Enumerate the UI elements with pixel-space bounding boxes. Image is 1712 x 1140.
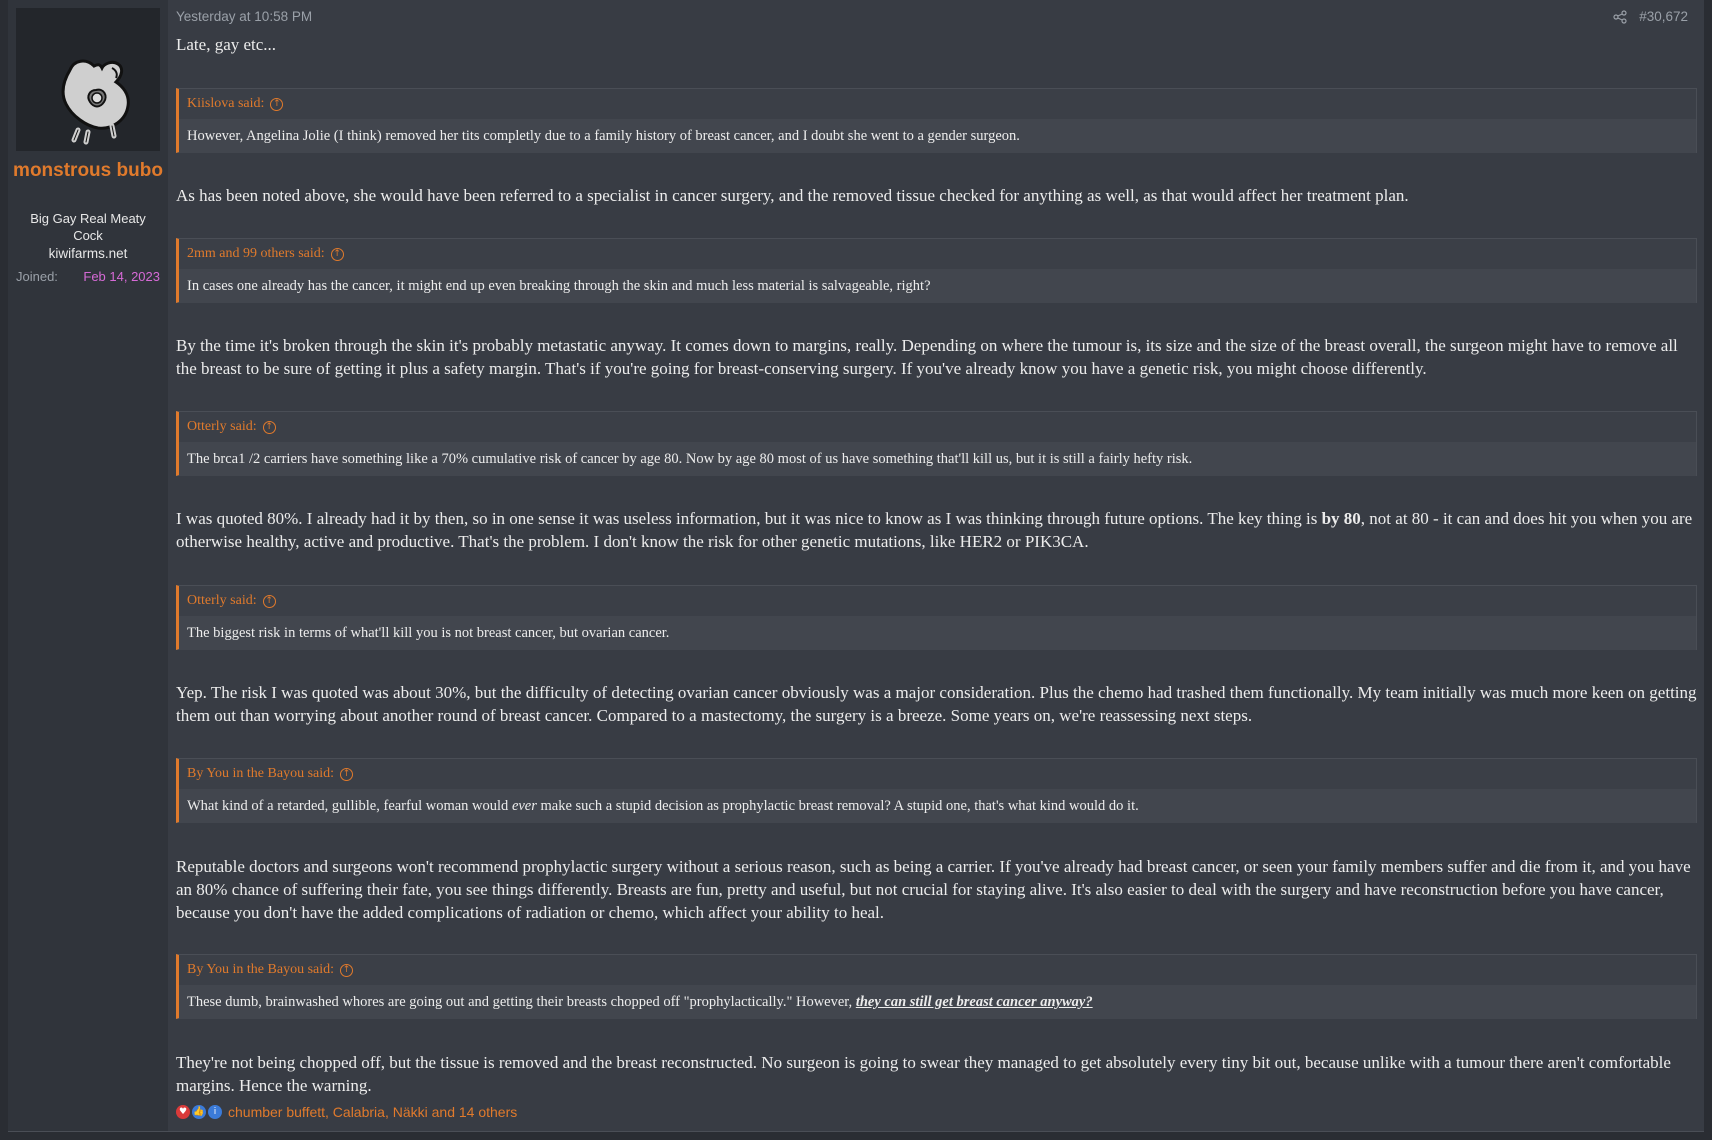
quote-text: These dumb, brainwashed whores are going… xyxy=(179,985,1696,1019)
arrow-up-icon[interactable]: ↑ xyxy=(340,767,354,781)
quote-author[interactable]: By You in the Bayou said: xyxy=(187,759,334,789)
quote-author[interactable]: Otterly said: xyxy=(187,586,257,616)
quote-block: Otterly said: ↑ The biggest risk in term… xyxy=(176,585,1697,650)
quote-author[interactable]: By You in the Bayou said: xyxy=(187,955,334,985)
informative-reaction-icon: i xyxy=(208,1105,222,1119)
reply-text: As has been noted above, she would have … xyxy=(176,186,1409,205)
user-title: Big Gay Real Meaty Cock xyxy=(30,211,146,243)
quote-block: 2mm and 99 others said: ↑ In cases one a… xyxy=(176,238,1697,303)
joined-label: Joined: xyxy=(16,269,58,284)
reply-text: By the time it's broken through the skin… xyxy=(176,336,1678,378)
post-intro: Late, gay etc... xyxy=(176,35,277,54)
share-icon[interactable] xyxy=(1613,9,1627,24)
quote-text-part: What kind of a retarded, gullible, fearf… xyxy=(187,798,512,814)
quote-text: What kind of a retarded, gullible, fearf… xyxy=(179,789,1696,823)
post-number[interactable]: #30,672 xyxy=(1639,9,1688,24)
reply-text: They're not being chopped off, but the t… xyxy=(176,1053,1671,1095)
quote-author[interactable]: 2mm and 99 others said: xyxy=(187,239,325,269)
quote-header: 2mm and 99 others said: ↑ xyxy=(179,239,1696,269)
quote-emphasis: ever xyxy=(511,798,537,814)
quote-text-part: make such a stupid decision as prophylac… xyxy=(536,798,1139,814)
quote-text: The biggest risk in terms of what'll kil… xyxy=(179,616,1696,650)
user-sidebar: monstrous bubo Big Gay Real Meaty Cock k… xyxy=(8,0,168,1131)
quote-header: Otterly said: ↑ xyxy=(179,586,1696,616)
joined-date: Feb 14, 2023 xyxy=(83,269,160,284)
quote-header: By You in the Bayou said: ↑ xyxy=(179,759,1696,789)
arrow-up-icon[interactable]: ↑ xyxy=(340,963,354,977)
post-date[interactable]: Yesterday at 10:58 PM xyxy=(176,9,312,24)
reaction-names[interactable]: chumber buffett, Calabria, Näkki and 14 … xyxy=(228,1104,517,1120)
avatar[interactable] xyxy=(16,8,160,151)
username[interactable]: monstrous bubo xyxy=(8,158,168,184)
avatar-image-icon xyxy=(16,8,160,151)
quote-header: By You in the Bayou said: ↑ xyxy=(179,955,1696,985)
quote-text-part: These dumb, brainwashed whores are going… xyxy=(187,994,856,1010)
arrow-up-icon[interactable]: ↑ xyxy=(330,247,344,261)
quote-emphasis: they can still get breast cancer anyway? xyxy=(855,994,1093,1010)
post-content: Yesterday at 10:58 PM #30,672 Late, gay … xyxy=(176,0,1697,1131)
quote-header: Otterly said: ↑ xyxy=(179,412,1696,442)
reply-text: Reputable doctors and surgeons won't rec… xyxy=(176,857,1691,922)
quote-header: Kiislova said: ↑ xyxy=(179,89,1696,119)
quote-author[interactable]: Otterly said: xyxy=(187,412,257,442)
quote-block: By You in the Bayou said: ↑ These dumb, … xyxy=(176,954,1697,1019)
arrow-up-icon[interactable]: ↑ xyxy=(262,594,276,608)
reactions-bar[interactable]: ♥ 👍 i chumber buffett, Calabria, Näkki a… xyxy=(176,1104,517,1120)
post-meta-actions: #30,672 xyxy=(1613,9,1688,24)
arrow-up-icon[interactable]: ↑ xyxy=(262,420,276,434)
post: monstrous bubo Big Gay Real Meaty Cock k… xyxy=(8,0,1704,1132)
like-reaction-icon: 👍 xyxy=(192,1105,206,1119)
quote-text: In cases one already has the cancer, it … xyxy=(179,269,1696,303)
arrow-up-icon[interactable]: ↑ xyxy=(270,97,284,111)
quote-block: Kiislova said: ↑ However, Angelina Jolie… xyxy=(176,88,1697,153)
reply-text: Yep. The risk I was quoted was about 30%… xyxy=(176,683,1697,725)
quote-text: However, Angelina Jolie (I think) remove… xyxy=(179,119,1696,153)
quote-author[interactable]: Kiislova said: xyxy=(187,89,264,119)
quote-block: Otterly said: ↑ The brca1 /2 carriers ha… xyxy=(176,411,1697,476)
quote-block: By You in the Bayou said: ↑ What kind of… xyxy=(176,758,1697,823)
user-banner: kiwifarms.net xyxy=(48,246,128,261)
quote-text: The brca1 /2 carriers have something lik… xyxy=(179,442,1696,476)
reply-bold-text: by 80 xyxy=(1321,509,1361,528)
heart-reaction-icon: ♥ xyxy=(176,1105,190,1119)
reply-text: I was quoted 80%. I already had it by th… xyxy=(176,507,1700,553)
reply-text-part: I was quoted 80%. I already had it by th… xyxy=(176,509,1322,528)
